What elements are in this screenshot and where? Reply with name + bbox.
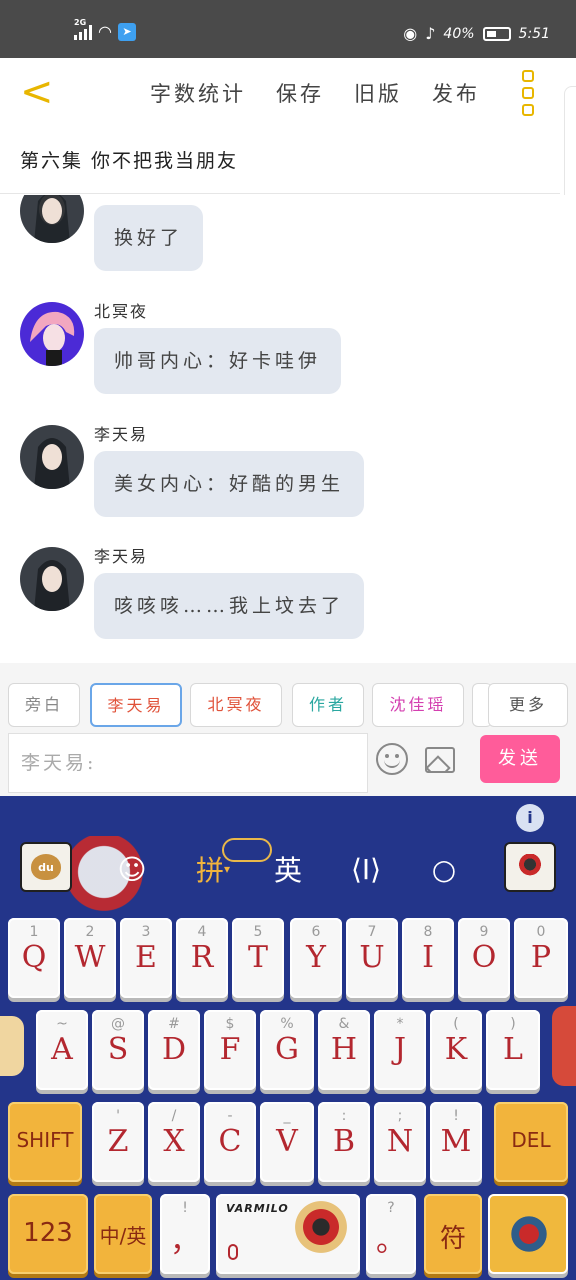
space-key[interactable]: VARMILO bbox=[216, 1194, 360, 1274]
baidu-logo-button[interactable]: du bbox=[20, 842, 72, 892]
wifi-icon: ◠ bbox=[98, 22, 112, 41]
key-r[interactable]: 4R bbox=[176, 918, 228, 998]
shift-key[interactable]: SHIFT bbox=[8, 1102, 82, 1182]
role-chip-shen-jiayao[interactable]: 沈佳瑶 bbox=[372, 683, 464, 727]
composer: 李天易: 发送 bbox=[0, 731, 576, 796]
delete-key[interactable]: DEL bbox=[494, 1102, 568, 1182]
role-chip-bei-mingye[interactable]: 北冥夜 bbox=[190, 683, 282, 727]
key-v[interactable]: _ V bbox=[260, 1102, 314, 1182]
brand-label: VARMILO bbox=[226, 1202, 289, 1215]
message-bubble[interactable]: 咳咳咳……我上坟去了 bbox=[94, 573, 365, 639]
key-m[interactable]: ! M bbox=[430, 1102, 482, 1182]
pinyin-mode-button[interactable]: 拼 ▾ bbox=[188, 846, 238, 892]
microphone-icon bbox=[228, 1244, 238, 1260]
symbol-key[interactable]: 符 bbox=[424, 1194, 482, 1274]
number-key[interactable]: 123 bbox=[8, 1194, 88, 1274]
emoji-keyboard-icon[interactable]: ☺ bbox=[112, 846, 152, 892]
key-w[interactable]: 2W bbox=[64, 918, 116, 998]
avatar[interactable] bbox=[20, 547, 84, 611]
key-n[interactable]: ; N bbox=[374, 1102, 426, 1182]
keyboard-info-icon[interactable]: i bbox=[516, 804, 544, 832]
old-version-button[interactable]: 旧版 bbox=[354, 78, 402, 108]
bear-logo-icon: du bbox=[31, 854, 61, 880]
comma-key[interactable]: !， bbox=[160, 1194, 210, 1274]
key-h[interactable]: & H bbox=[318, 1010, 370, 1090]
search-icon[interactable]: ○ bbox=[424, 846, 464, 892]
sender-name: 北冥夜 bbox=[94, 302, 149, 321]
top-menu: 字数统计 保存 旧版 发布 bbox=[150, 78, 480, 108]
key-q[interactable]: 1Q bbox=[8, 918, 60, 998]
emoji-icon[interactable] bbox=[376, 743, 408, 775]
network-type: 2G bbox=[74, 17, 87, 27]
message-bubble[interactable]: 换好了 bbox=[94, 205, 204, 271]
word-count-button[interactable]: 字数统计 bbox=[150, 78, 246, 108]
top-bar: < 字数统计 保存 旧版 发布 bbox=[0, 58, 576, 128]
message-bubble[interactable]: 美女内心：好酷的男生 bbox=[94, 451, 365, 517]
lang-switch-key[interactable]: 中/英 bbox=[94, 1194, 152, 1274]
keyboard: i du ☺ 拼 ▾ 英 ⟨I⟩ ○ 1Q 2W 3E 4R 5T 6Y 7U 8… bbox=[0, 796, 576, 1280]
skin-button[interactable] bbox=[504, 842, 556, 892]
space-key-art bbox=[294, 1200, 354, 1260]
key-t[interactable]: 5T bbox=[232, 918, 284, 998]
role-selector: 旁白 李天易 北冥夜 作者 沈佳瑶 更多 bbox=[0, 663, 576, 731]
app-notification-icon: ➤ bbox=[117, 22, 136, 41]
more-menu-icon[interactable] bbox=[522, 70, 538, 116]
english-mode-button[interactable]: 英 bbox=[268, 846, 308, 892]
save-button[interactable]: 保存 bbox=[276, 78, 324, 108]
eye-icon: ◉ bbox=[403, 24, 418, 43]
key-k[interactable]: (K bbox=[430, 1010, 482, 1090]
sender-name: 李天易 bbox=[94, 425, 149, 444]
key-o[interactable]: 9O bbox=[458, 918, 510, 998]
keyboard-side-art bbox=[0, 1016, 24, 1076]
key-x[interactable]: / X bbox=[148, 1102, 200, 1182]
chapter-title: 第六集 你不把我当朋友 bbox=[0, 128, 560, 194]
battery-percent: 40% bbox=[443, 25, 475, 42]
key-s[interactable]: @ S bbox=[92, 1010, 144, 1090]
key-z[interactable]: ' Z bbox=[92, 1102, 144, 1182]
key-j[interactable]: * J bbox=[374, 1010, 426, 1090]
role-chip-li-tianyi[interactable]: 李天易 bbox=[90, 683, 182, 727]
key-y[interactable]: 6Y bbox=[290, 918, 342, 998]
enter-key[interactable] bbox=[488, 1194, 568, 1274]
key-i[interactable]: 8I bbox=[402, 918, 454, 998]
mute-bell-icon: ♪ bbox=[425, 24, 436, 43]
key-u[interactable]: 7U bbox=[346, 918, 398, 998]
avatar[interactable] bbox=[20, 302, 84, 366]
send-button[interactable]: 发送 bbox=[480, 735, 560, 783]
keyboard-side-art bbox=[552, 1006, 576, 1086]
cursor-icon[interactable]: ⟨I⟩ bbox=[346, 846, 386, 892]
signal-icon: 2G bbox=[74, 18, 92, 40]
message-bubble[interactable]: 帅哥内心：好卡哇伊 bbox=[94, 328, 342, 394]
avatar[interactable] bbox=[20, 195, 84, 243]
role-chip-author[interactable]: 作者 bbox=[292, 683, 364, 727]
period-key[interactable]: ?。 bbox=[366, 1194, 416, 1274]
image-icon[interactable] bbox=[425, 747, 455, 773]
message-input[interactable]: 李天易: bbox=[8, 733, 368, 793]
role-chip-narrator[interactable]: 旁白 bbox=[8, 683, 80, 727]
mandarin-duck-icon bbox=[502, 1206, 556, 1262]
key-l[interactable]: ) L bbox=[486, 1010, 540, 1090]
key-b[interactable]: :B bbox=[318, 1102, 370, 1182]
key-c[interactable]: -C bbox=[204, 1102, 256, 1182]
clock: 5:51 bbox=[518, 25, 550, 42]
pinyin-label: 拼 bbox=[195, 854, 224, 887]
status-bar: 2G ◠ ➤ ◉ ♪ 40% 5:51 bbox=[0, 0, 576, 58]
chat-list[interactable]: 换好了 北冥夜 帅哥内心：好卡哇伊 李天易 美女内心：好酷的男生 李天易 咳咳咳… bbox=[0, 195, 576, 663]
sender-name: 李天易 bbox=[94, 547, 149, 566]
publish-button[interactable]: 发布 bbox=[432, 78, 480, 108]
key-d[interactable]: # D bbox=[148, 1010, 200, 1090]
back-arrow-icon[interactable]: < bbox=[20, 72, 56, 112]
key-g[interactable]: % G bbox=[260, 1010, 314, 1090]
battery-icon bbox=[482, 26, 511, 41]
role-chip-more[interactable]: 更多 bbox=[488, 683, 568, 727]
key-f[interactable]: $ F bbox=[204, 1010, 256, 1090]
key-a[interactable]: ~ A bbox=[36, 1010, 88, 1090]
key-p[interactable]: 0P bbox=[514, 918, 568, 998]
key-e[interactable]: 3E bbox=[120, 918, 172, 998]
avatar[interactable] bbox=[20, 425, 84, 489]
